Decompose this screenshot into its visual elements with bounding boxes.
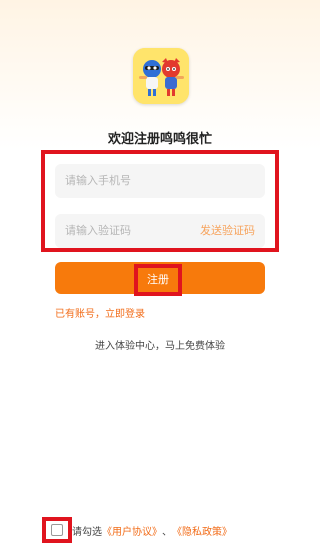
code-placeholder: 请输入验证码 (65, 224, 131, 237)
agreement-row: 请勾选 《用户协议》 、 《隐私政策》 (42, 517, 232, 543)
app-logo (133, 48, 189, 104)
phone-input[interactable]: 请输入手机号 (55, 164, 265, 198)
login-link[interactable]: 已有账号，立即登录 (55, 305, 145, 320)
user-agreement-link[interactable]: 《用户协议》 (102, 523, 162, 538)
agreement-prefix: 请勾选 (72, 526, 102, 538)
agreement-checkbox-highlight[interactable] (42, 517, 72, 543)
trial-center-link[interactable]: 进入体验中心，马上免费体验 (0, 337, 320, 352)
phone-placeholder: 请输入手机号 (65, 174, 131, 187)
page-title: 欢迎注册鸣鸣很忙 (107, 132, 212, 147)
agreement-checkbox[interactable] (51, 524, 63, 536)
verification-code-input[interactable]: 请输入验证码 发送验证码 (55, 214, 265, 248)
mascot-icon (133, 48, 189, 104)
privacy-policy-link[interactable]: 《隐私政策》 (172, 523, 232, 538)
agreement-separator: 、 (162, 526, 172, 538)
register-button-label[interactable]: 注册 (134, 264, 182, 296)
send-code-button[interactable]: 发送验证码 (200, 214, 255, 248)
